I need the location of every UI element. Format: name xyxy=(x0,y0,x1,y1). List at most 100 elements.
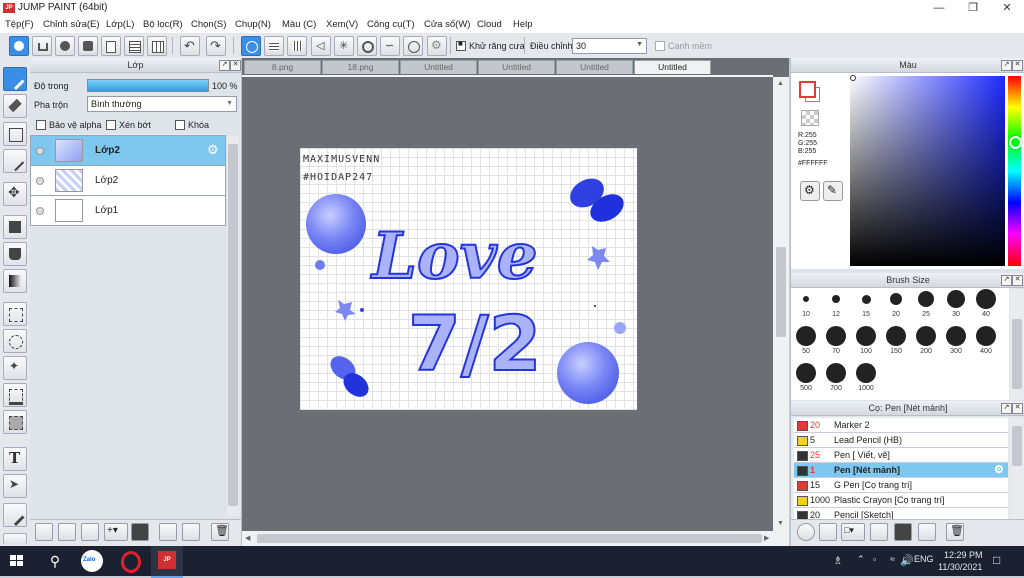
menu-filter[interactable]: Bộ lọc(R) xyxy=(143,19,183,30)
show-hidden-icons-icon[interactable]: ⌃ xyxy=(857,554,865,565)
speech-bubble-icon[interactable] xyxy=(55,36,75,56)
tab-document[interactable]: 8.png xyxy=(244,60,321,74)
lock-checkbox[interactable] xyxy=(175,120,185,130)
clip-checkbox[interactable] xyxy=(106,120,116,130)
color-picker-cursor[interactable] xyxy=(850,75,856,81)
zalo-icon[interactable]: Zalo xyxy=(81,550,103,572)
eyedropper-icon[interactable]: ✎ xyxy=(823,181,843,201)
canvas-horizontal-scrollbar-thumb[interactable] xyxy=(257,534,762,543)
clock-date[interactable]: 11/30/2021 xyxy=(938,562,982,572)
brush-item[interactable]: 5 Lead Pencil (HB) xyxy=(794,433,1008,448)
operation-tool-icon[interactable]: ➤ xyxy=(3,474,27,498)
wifi-icon[interactable]: ≈ xyxy=(890,554,895,564)
brush-item-selected[interactable]: 1 Pen [Nét mảnh] ⚙ xyxy=(794,463,1008,478)
menu-view[interactable]: Xem(V) xyxy=(326,19,358,30)
menu-select[interactable]: Chọn(S) xyxy=(191,19,226,30)
maximize-button[interactable]: ❐ xyxy=(956,0,990,16)
tab-document-active[interactable]: Untitled xyxy=(634,60,711,74)
upload-button[interactable] xyxy=(32,36,52,56)
brush-size-dot[interactable] xyxy=(886,326,906,346)
brush-item[interactable]: 15 G Pen [Cọ trang trí] xyxy=(794,478,1008,493)
merge-layer-button[interactable] xyxy=(182,523,200,541)
menu-edit[interactable]: Chỉnh sửa(E) xyxy=(43,19,100,30)
ellipse-ruler-button[interactable] xyxy=(403,36,423,56)
radial-ruler-button[interactable]: ✳ xyxy=(334,36,354,56)
trash-icon[interactable]: 🗑 xyxy=(211,523,229,541)
undo-button[interactable]: ↶ xyxy=(180,36,200,56)
rectangle-tool-icon[interactable] xyxy=(3,122,27,146)
move-tool-icon[interactable]: ✥ xyxy=(3,182,27,206)
panel-popout-icon[interactable]: ↗ xyxy=(1001,60,1012,71)
panel-popout-icon[interactable]: ↗ xyxy=(219,60,230,71)
layer-visibility-icon[interactable] xyxy=(36,147,44,155)
opera-icon[interactable] xyxy=(121,551,141,573)
brush-tool-icon[interactable] xyxy=(3,67,27,91)
menu-color[interactable]: Màu (C) xyxy=(282,19,316,30)
menu-help[interactable]: Help xyxy=(513,19,533,30)
language-indicator[interactable]: ENG xyxy=(914,554,934,564)
brush-list-scrollbar-thumb[interactable] xyxy=(1012,426,1022,466)
brush-size-dot[interactable] xyxy=(826,326,846,346)
brush-item[interactable]: 1000 Plastic Crayon [Cọ trang trí] xyxy=(794,493,1008,508)
settings-gear-icon[interactable]: ⚙ xyxy=(427,36,447,56)
panel-close-icon[interactable]: ✕ xyxy=(1012,60,1023,71)
magic-wand-tool-icon[interactable]: ✦ xyxy=(3,356,27,380)
hue-slider[interactable] xyxy=(1008,76,1021,266)
trash-icon[interactable]: 🗑 xyxy=(946,523,964,541)
main-color-swatch[interactable] xyxy=(799,81,816,98)
color-palette-icon[interactable]: ⚙ xyxy=(800,181,820,201)
parallel-ruler-button[interactable] xyxy=(264,36,284,56)
tab-document[interactable]: Untitled xyxy=(478,60,555,74)
grid-layout-button[interactable] xyxy=(147,36,167,56)
brush-size-dot[interactable] xyxy=(918,291,934,307)
perspective-ruler-button[interactable]: ◁ xyxy=(311,36,331,56)
network-icon[interactable]: ▫ xyxy=(873,554,876,564)
layer-scrollbar[interactable] xyxy=(227,136,239,516)
tab-document[interactable]: Untitled xyxy=(556,60,633,74)
menu-file[interactable]: Tệp(F) xyxy=(5,19,34,30)
search-icon[interactable]: ⚲ xyxy=(44,550,66,572)
eraser-tool-icon[interactable] xyxy=(3,94,27,118)
menu-tools[interactable]: Công cụ(T) xyxy=(367,19,415,30)
brush-size-dot[interactable] xyxy=(976,289,996,309)
layer-row[interactable]: Lớp2 xyxy=(30,165,226,196)
folder-icon[interactable] xyxy=(894,523,912,541)
windows-start-icon[interactable] xyxy=(6,550,28,572)
hand-tool-icon[interactable] xyxy=(3,533,27,544)
jump-paint-taskbar-button[interactable]: JP xyxy=(151,546,183,578)
smooth-edge-checkbox[interactable] xyxy=(655,41,665,51)
canvas-vertical-scrollbar[interactable]: ▲ ▼ xyxy=(773,77,789,531)
brush-add-button[interactable] xyxy=(819,523,837,541)
volume-icon[interactable]: 🔊 xyxy=(900,554,914,567)
panel-popout-icon[interactable]: ↗ xyxy=(1001,403,1012,414)
clock-time[interactable]: 12:29 PM xyxy=(944,550,983,560)
brush-size-dot[interactable] xyxy=(861,294,871,304)
add-layer-menu-button[interactable]: +▾ xyxy=(104,523,128,541)
grid-ruler-button[interactable] xyxy=(287,36,307,56)
notifications-icon[interactable]: □ xyxy=(993,553,1000,567)
brush-size-dot[interactable] xyxy=(832,295,840,303)
brush-add-menu-button[interactable]: □▾ xyxy=(841,523,865,541)
drawing-canvas[interactable]: Love 7/2 MAXIMUSVENN #HOIDAP247 xyxy=(300,148,637,410)
folder-icon[interactable] xyxy=(131,523,149,541)
menu-layer[interactable]: Lớp(L) xyxy=(106,19,134,30)
gradient-tool-icon[interactable] xyxy=(3,269,27,293)
layer-settings-gear-icon[interactable]: ⚙ xyxy=(207,142,219,158)
brush-size-dot[interactable] xyxy=(890,293,902,305)
layer-visibility-icon[interactable] xyxy=(36,207,44,215)
adjust-dropdown[interactable]: 30 ▼ xyxy=(572,38,647,54)
brush-size-dot[interactable] xyxy=(803,296,809,302)
eyedropper-tool-icon[interactable] xyxy=(3,503,27,527)
layer-scrollbar-thumb[interactable] xyxy=(228,144,238,506)
minimize-button[interactable]: — xyxy=(922,0,956,16)
brush-size-dot[interactable] xyxy=(947,290,965,308)
menu-window[interactable]: Cửa sổ(W) xyxy=(424,19,470,30)
brush-size-dot[interactable] xyxy=(826,363,846,383)
brush-size-dot[interactable] xyxy=(856,363,876,383)
new-text-layer-button[interactable] xyxy=(81,523,99,541)
lasso-tool-icon[interactable] xyxy=(3,329,27,353)
brush-import-button[interactable] xyxy=(870,523,888,541)
canvas-horizontal-scrollbar[interactable]: ◀ ▶ xyxy=(242,531,789,546)
brush-list-scrollbar[interactable] xyxy=(1010,418,1024,520)
brush-size-scrollbar-thumb[interactable] xyxy=(1012,319,1022,389)
